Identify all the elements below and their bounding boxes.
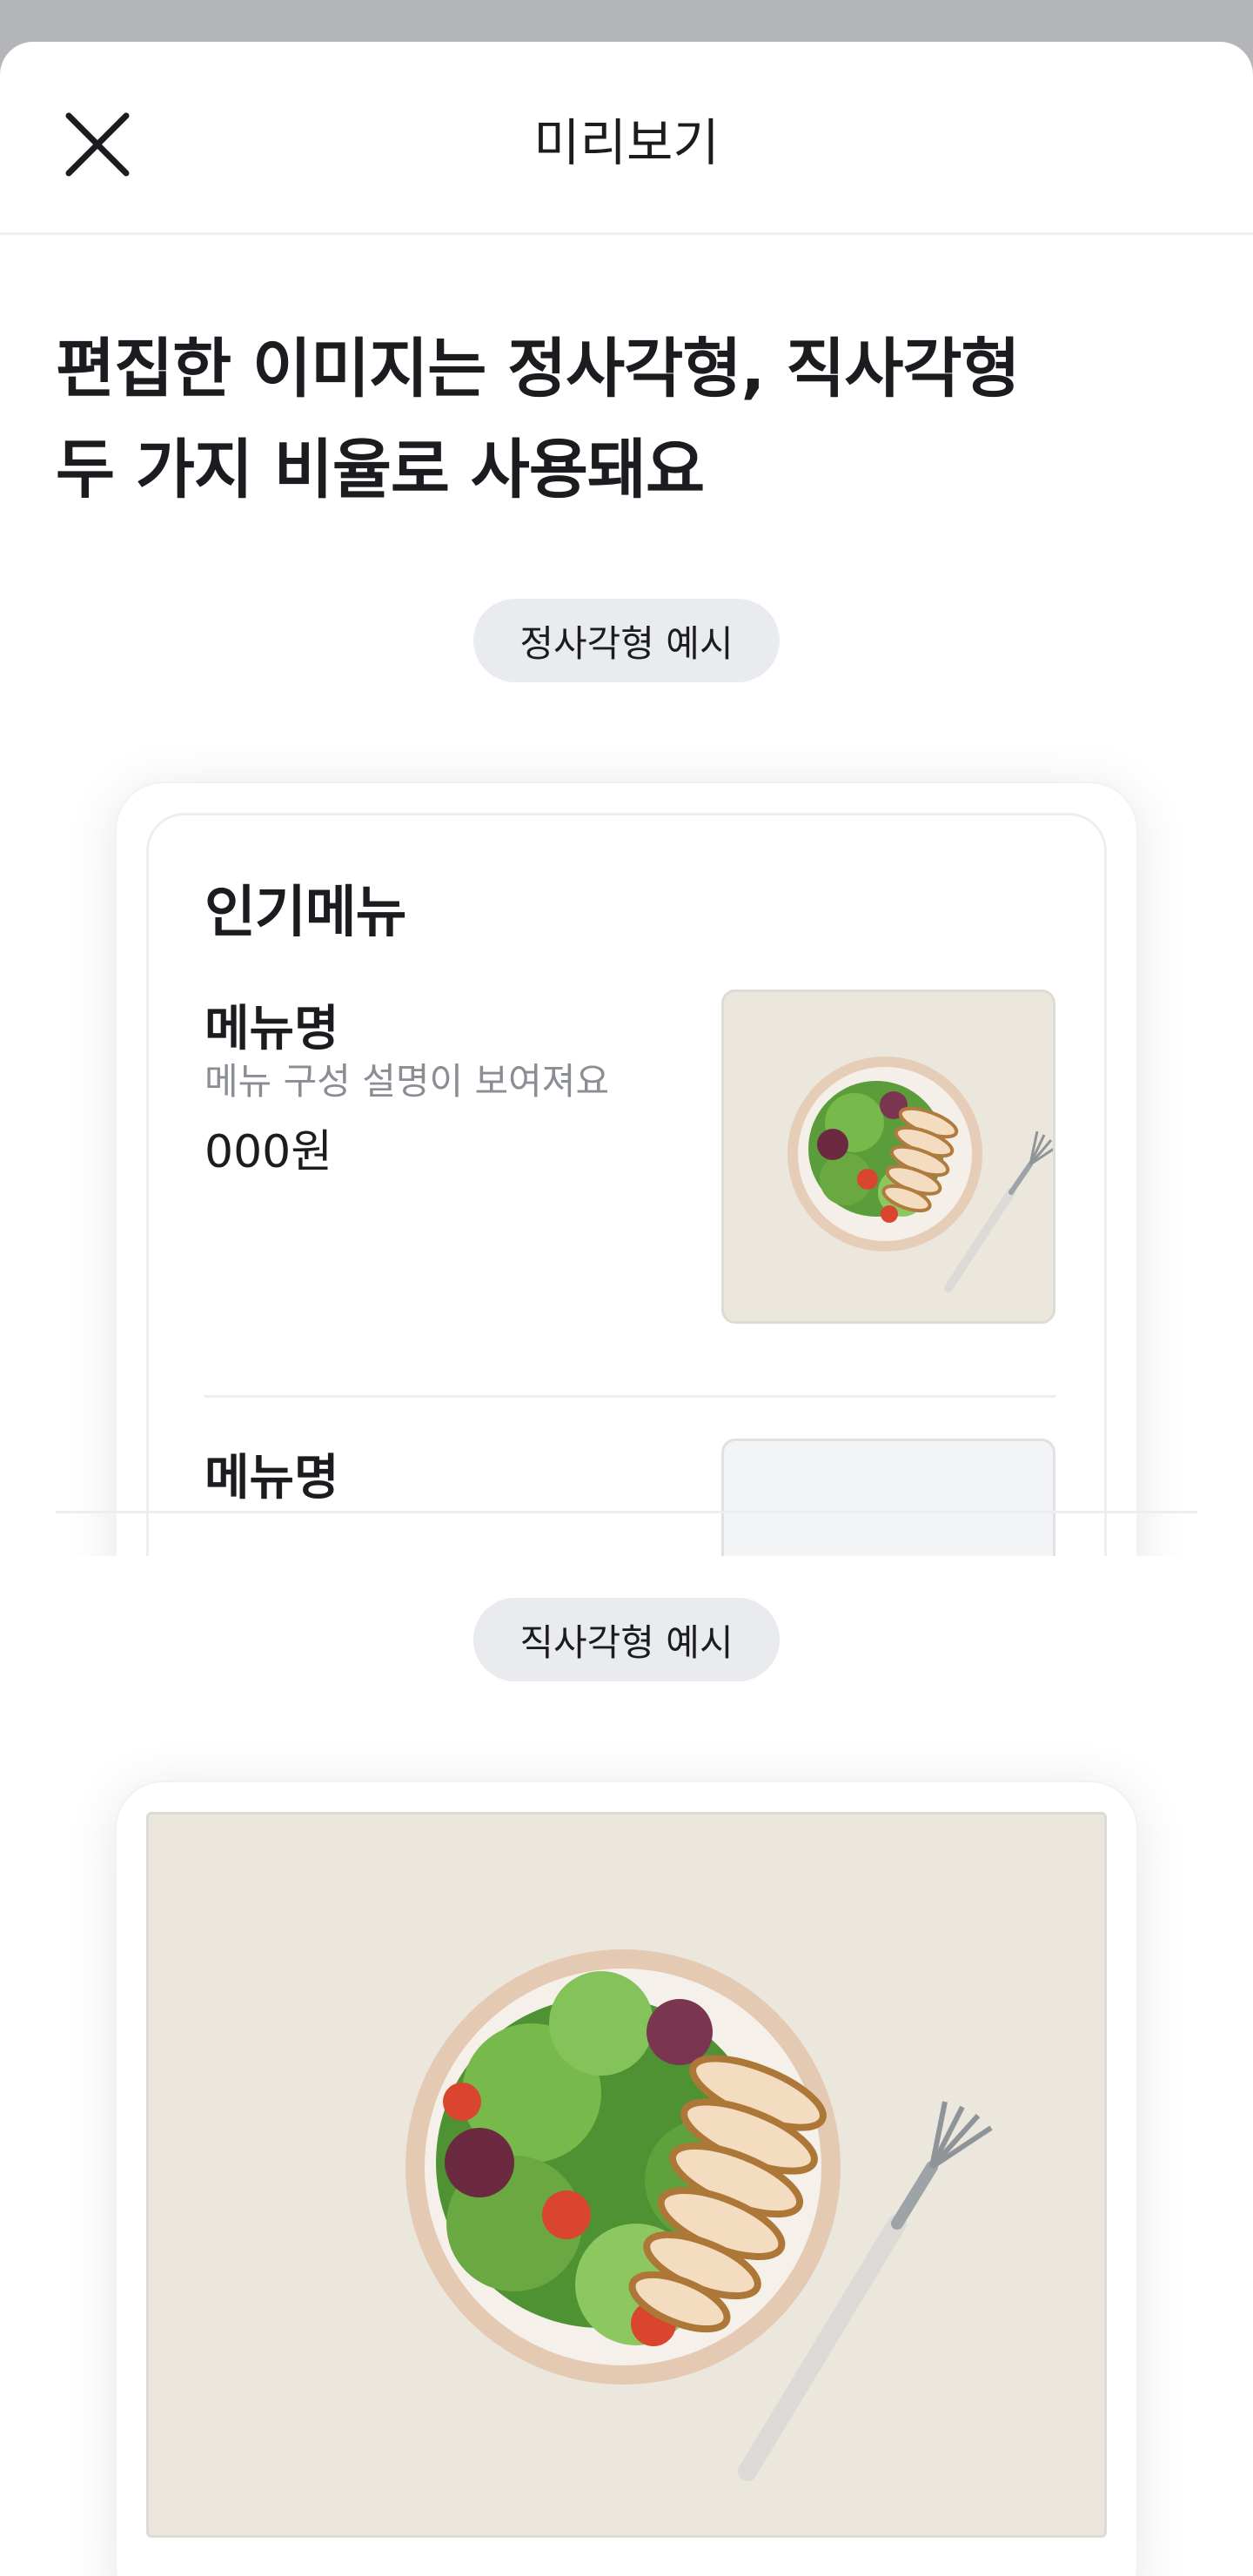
menu-item-price: 000원: [204, 1126, 333, 1178]
phone-frame: [115, 1781, 1138, 2576]
menu-item-thumbnail: [721, 989, 1055, 1324]
close-button[interactable]: [56, 103, 139, 186]
rect-example-section: [56, 1739, 1197, 2576]
menu-card: 인기메뉴 메뉴명 메뉴 구성 설명이 보여져요 000원 메뉴명: [146, 813, 1107, 1556]
section-divider: [56, 1511, 1197, 1513]
salad-bowl-photo: [149, 1815, 1104, 2535]
preview-sheet: 미리보기 편집한 이미지는 정사각형, 직사각형 두 가지 비율로 사용돼요 정…: [0, 42, 1253, 2576]
menu-divider: [204, 1395, 1055, 1398]
menu-item-description: 메뉴 구성 설명이 보여져요: [204, 1060, 610, 1103]
headline-line-2: 두 가지 비율로 사용돼요: [56, 433, 705, 507]
header-bar: 미리보기: [0, 42, 1253, 235]
square-example-section: 인기메뉴 메뉴명 메뉴 구성 설명이 보여져요 000원 메뉴명: [56, 738, 1197, 1556]
headline-line-1: 편집한 이미지는 정사각형, 직사각형: [56, 332, 1021, 406]
menu-item-name: 메뉴명: [204, 1450, 339, 1506]
square-example-badge: 정사각형 예시: [473, 599, 780, 682]
close-icon: [65, 112, 130, 177]
menu-item-name: 메뉴명: [204, 1001, 339, 1057]
headline: 편집한 이미지는 정사각형, 직사각형 두 가지 비율로 사용돼요: [56, 319, 1187, 520]
popular-menu-title: 인기메뉴: [204, 881, 407, 945]
salad-bowl-photo: [724, 992, 1053, 1321]
menu-item-thumbnail-empty: [721, 1439, 1055, 1556]
phone-frame: 인기메뉴 메뉴명 메뉴 구성 설명이 보여져요 000원 메뉴명: [115, 782, 1138, 1556]
page-title: 미리보기: [533, 113, 720, 172]
large-photo: [146, 1812, 1107, 2538]
rect-example-badge: 직사각형 예시: [473, 1598, 780, 1681]
